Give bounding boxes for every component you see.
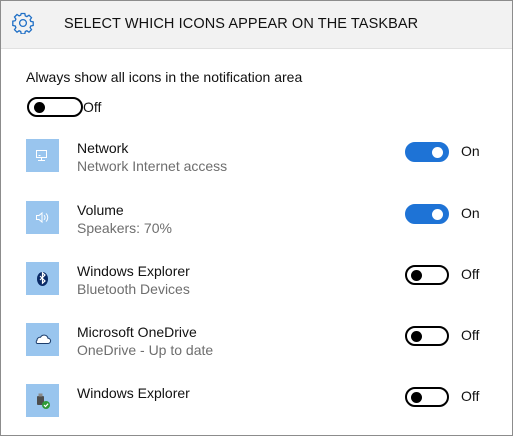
onedrive-toggle[interactable]: [405, 326, 449, 346]
toggle-knob: [34, 101, 45, 113]
page-title: SELECT WHICH ICONS APPEAR ON THE TASKBAR: [64, 16, 419, 32]
safely-remove-hardware-icon: [26, 384, 59, 417]
toggle-knob: [411, 391, 422, 403]
toggle-state: On: [461, 205, 480, 221]
onedrive-cloud-icon: [26, 323, 59, 356]
list-item: Volume Speakers: 70% On: [1, 201, 512, 251]
app-name: Network: [77, 140, 129, 156]
bluetooth-icon: [26, 262, 59, 295]
toggle-state: On: [461, 143, 480, 159]
bluetooth-toggle[interactable]: [405, 265, 449, 285]
app-name: Windows Explorer: [77, 385, 190, 401]
toggle-knob: [432, 146, 443, 158]
network-toggle[interactable]: [405, 142, 449, 162]
volume-toggle[interactable]: [405, 204, 449, 224]
toggle-state: Off: [461, 266, 480, 282]
toggle-knob: [411, 330, 422, 342]
list-item: Windows Explorer Off: [1, 384, 512, 434]
toggle-state: Off: [461, 388, 480, 404]
toggle-state: Off: [461, 327, 480, 343]
app-name: Microsoft OneDrive: [77, 324, 197, 340]
always-show-state: Off: [83, 99, 102, 115]
volume-icon: [26, 201, 59, 234]
toggle-knob: [432, 208, 443, 220]
app-subtitle: Network Internet access: [77, 158, 228, 174]
notification-icons-window: SELECT WHICH ICONS APPEAR ON THE TASKBAR…: [0, 0, 513, 436]
toggle-knob: [411, 269, 422, 281]
always-show-label: Always show all icons in the notificatio…: [26, 69, 303, 85]
list-item: Microsoft OneDrive OneDrive - Up to date…: [1, 323, 512, 373]
app-name: Volume: [77, 202, 124, 218]
always-show-toggle[interactable]: [27, 97, 83, 117]
network-icon: [26, 139, 59, 172]
app-subtitle: Speakers: 70%: [77, 220, 172, 236]
settings-header: SELECT WHICH ICONS APPEAR ON THE TASKBAR: [1, 1, 512, 49]
app-subtitle: Bluetooth Devices: [77, 281, 190, 297]
app-name: Windows Explorer: [77, 263, 190, 279]
list-item: Network Network Internet access On: [1, 139, 512, 189]
gear-icon: [12, 12, 34, 35]
safely-remove-toggle[interactable]: [405, 387, 449, 407]
list-item: Windows Explorer Bluetooth Devices Off: [1, 262, 512, 312]
app-subtitle: OneDrive - Up to date: [77, 342, 214, 358]
